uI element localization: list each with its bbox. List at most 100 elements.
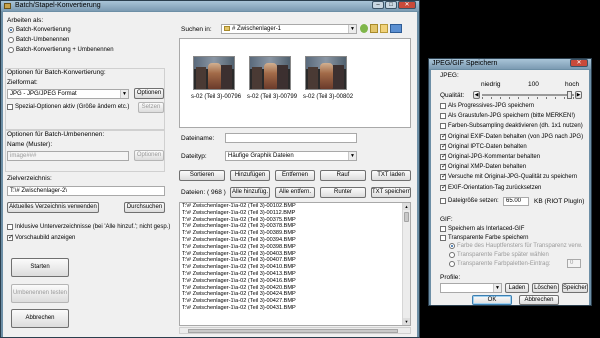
chevron-down-icon[interactable]: ▼: [348, 152, 356, 160]
search-in-select[interactable]: # Zwischenlager-1 ▼: [221, 24, 357, 34]
rename-test-button[interactable]: Umbenennen testen: [11, 284, 69, 303]
up-button[interactable]: Rauf: [320, 170, 366, 181]
convert-options-button[interactable]: Optionen: [134, 88, 164, 99]
file-list-item[interactable]: T:\# Zwischenlager-1\a-02 (Teil 3)-00403…: [180, 251, 410, 258]
add-all-button[interactable]: Alle hinzufüg.: [230, 187, 270, 198]
up-folder-icon[interactable]: [370, 24, 378, 33]
scroll-up-icon[interactable]: ▲: [403, 203, 410, 210]
file-list-item[interactable]: T:\# Zwischenlager-1\a-02 (Teil 3)-00420…: [180, 285, 410, 292]
work-as-option[interactable]: Batch-Umbenennen: [8, 37, 69, 43]
gif-transparent-box[interactable]: [440, 235, 446, 241]
dialog-titlebar[interactable]: JPEG/GIF Speichern ✕: [429, 59, 591, 69]
checkbox-box[interactable]: [440, 172, 447, 181]
thumbnail-image[interactable]: [249, 56, 291, 90]
filename-input[interactable]: [225, 133, 357, 143]
file-list-item[interactable]: T:\# Zwischenlager-1\a-02 (Teil 3)-00416…: [180, 278, 410, 285]
close-icon[interactable]: ✕: [398, 1, 416, 9]
browse-button[interactable]: Durchsuchen: [124, 202, 165, 213]
palette-entry-input[interactable]: 0: [567, 259, 581, 268]
subdirs-checkbox[interactable]: Inklusive Unterverzeichnisse (bei 'Alle …: [7, 224, 170, 230]
jpeg-option-checkbox[interactable]: Als Graustufen-JPG speichern (bitte MERK…: [440, 113, 575, 120]
gif-interlaced-box[interactable]: [440, 226, 446, 232]
filesize-checkbox[interactable]: Dateigröße setzen:: [440, 198, 499, 204]
radio-dot[interactable]: [8, 37, 14, 43]
target-dir-input[interactable]: T:\# Zwischenlager-2\: [7, 186, 165, 196]
jpeg-option-checkbox[interactable]: Original XMP-Daten behalten: [440, 162, 526, 171]
gif-interlaced-checkbox[interactable]: Speichern als Interlaced-GIF: [440, 226, 524, 232]
checkbox-box[interactable]: [440, 162, 447, 171]
preview-box[interactable]: [7, 233, 14, 241]
preview-checkbox[interactable]: Vorschaubild anzeigen: [7, 233, 75, 241]
gif-transparency-option[interactable]: Farbe des Hauptfensters für Transparenz …: [449, 243, 582, 249]
file-list-item[interactable]: T:\# Zwischenlager-1\a-02 (Teil 3)-00378…: [180, 223, 410, 230]
profile-delete-button[interactable]: Löschen: [532, 283, 559, 293]
filesize-box[interactable]: [440, 198, 446, 204]
hscroll-thumb[interactable]: [188, 329, 398, 333]
file-list-item[interactable]: T:\# Zwischenlager-1\a-02 (Teil 3)-00112…: [180, 210, 410, 217]
file-list-item[interactable]: T:\# Zwischenlager-1\a-02 (Teil 3)-00410…: [180, 264, 410, 271]
quality-slider-knob[interactable]: [567, 91, 572, 99]
down-button[interactable]: Runter: [320, 187, 366, 198]
thumbnail-image[interactable]: [193, 56, 235, 90]
use-current-dir-button[interactable]: Aktuelles Verzeichnis verwenden: [7, 202, 99, 213]
file-list-item[interactable]: T:\# Zwischenlager-1\a-02 (Teil 3)-00394…: [180, 237, 410, 244]
radio-dot[interactable]: [449, 261, 455, 267]
jpeg-option-checkbox[interactable]: Original EXIF-Daten behalten (von JPG na…: [440, 132, 583, 140]
checkbox-box[interactable]: [440, 113, 446, 120]
file-list-item[interactable]: T:\# Zwischenlager-1\a-02 (Teil 3)-00424…: [180, 291, 410, 298]
file-list-scrollbar[interactable]: ▲ ▼: [402, 203, 410, 325]
gif-transparency-option[interactable]: Transparente Farbe später wählen: [449, 252, 549, 258]
minimize-icon[interactable]: –: [372, 1, 384, 9]
back-icon[interactable]: [360, 24, 368, 33]
checkbox-box[interactable]: [440, 132, 447, 140]
remove-all-button[interactable]: Alle entfern.: [275, 187, 315, 198]
file-list[interactable]: T:\# Zwischenlager-1\a-02 (Teil 3)-00102…: [179, 202, 411, 326]
radio-dot[interactable]: [8, 47, 14, 53]
file-list-item[interactable]: T:\# Zwischenlager-1\a-02 (Teil 3)-00427…: [180, 298, 410, 305]
remove-button[interactable]: Entfernen: [275, 170, 315, 181]
work-as-option[interactable]: Batch-Konvertierung: [8, 27, 71, 33]
set-button[interactable]: Setzen: [138, 102, 164, 113]
profile-load-button[interactable]: Laden: [505, 283, 529, 293]
add-button[interactable]: Hinzufügen: [230, 170, 270, 181]
target-format-select[interactable]: JPG - JPG/JPEG Format ▼: [7, 89, 129, 99]
filesize-input[interactable]: 65.00: [503, 197, 529, 206]
file-list-hscrollbar[interactable]: [179, 327, 411, 334]
checkbox-box[interactable]: [440, 142, 447, 150]
checkbox-box[interactable]: [440, 183, 447, 191]
thumbnail-image[interactable]: [305, 56, 347, 90]
radio-dot[interactable]: [449, 243, 455, 249]
cancel-button[interactable]: Abbrechen: [11, 309, 69, 328]
sort-button[interactable]: Sortieren: [179, 170, 225, 181]
chevron-down-icon[interactable]: ▼: [493, 284, 501, 292]
filetype-select[interactable]: Häufige Graphik Dateien ▼: [225, 151, 357, 161]
quality-decrease-button[interactable]: ◀: [473, 91, 480, 99]
view-menu-icon[interactable]: [390, 24, 402, 33]
profile-save-button[interactable]: Speichern: [562, 283, 588, 293]
checkbox-box[interactable]: [440, 152, 447, 160]
checkbox-box[interactable]: [440, 103, 446, 109]
file-list-item[interactable]: T:\# Zwischenlager-1\a-02 (Teil 3)-00413…: [180, 271, 410, 278]
radio-dot[interactable]: [8, 27, 14, 33]
maximize-icon[interactable]: □: [385, 1, 397, 9]
name-pattern-input[interactable]: image###: [7, 151, 129, 161]
txt-save-button[interactable]: TXT speichern: [371, 187, 411, 198]
rename-options-button[interactable]: Optionen: [134, 150, 164, 161]
quality-slider[interactable]: [482, 91, 574, 99]
batch-window-titlebar[interactable]: Batch/Stapel-Konvertierung – □ ✕: [1, 1, 419, 11]
chevron-down-icon[interactable]: ▼: [348, 25, 356, 33]
close-icon[interactable]: ✕: [570, 59, 588, 67]
scroll-down-icon[interactable]: ▼: [403, 318, 410, 325]
jpeg-option-checkbox[interactable]: EXIF-Orientation-Tag zurücksetzen: [440, 183, 541, 191]
special-options-box[interactable]: [7, 104, 13, 110]
checkbox-box[interactable]: [440, 123, 446, 130]
start-button[interactable]: Starten: [11, 258, 69, 277]
file-list-item[interactable]: T:\# Zwischenlager-1\a-02 (Teil 3)-00389…: [180, 230, 410, 237]
jpeg-option-checkbox[interactable]: Original-JPG-Kommentar behalten: [440, 152, 540, 160]
file-list-item[interactable]: T:\# Zwischenlager-1\a-02 (Teil 3)-00407…: [180, 257, 410, 264]
profile-select[interactable]: ▼: [440, 283, 502, 293]
new-folder-icon[interactable]: [380, 24, 388, 33]
ok-button[interactable]: OK: [472, 295, 512, 305]
special-options-checkbox[interactable]: Spezial-Optionen aktiv (Größe ändern etc…: [7, 104, 129, 110]
work-as-option[interactable]: Batch-Konvertierung + Umbenennen: [8, 47, 114, 53]
